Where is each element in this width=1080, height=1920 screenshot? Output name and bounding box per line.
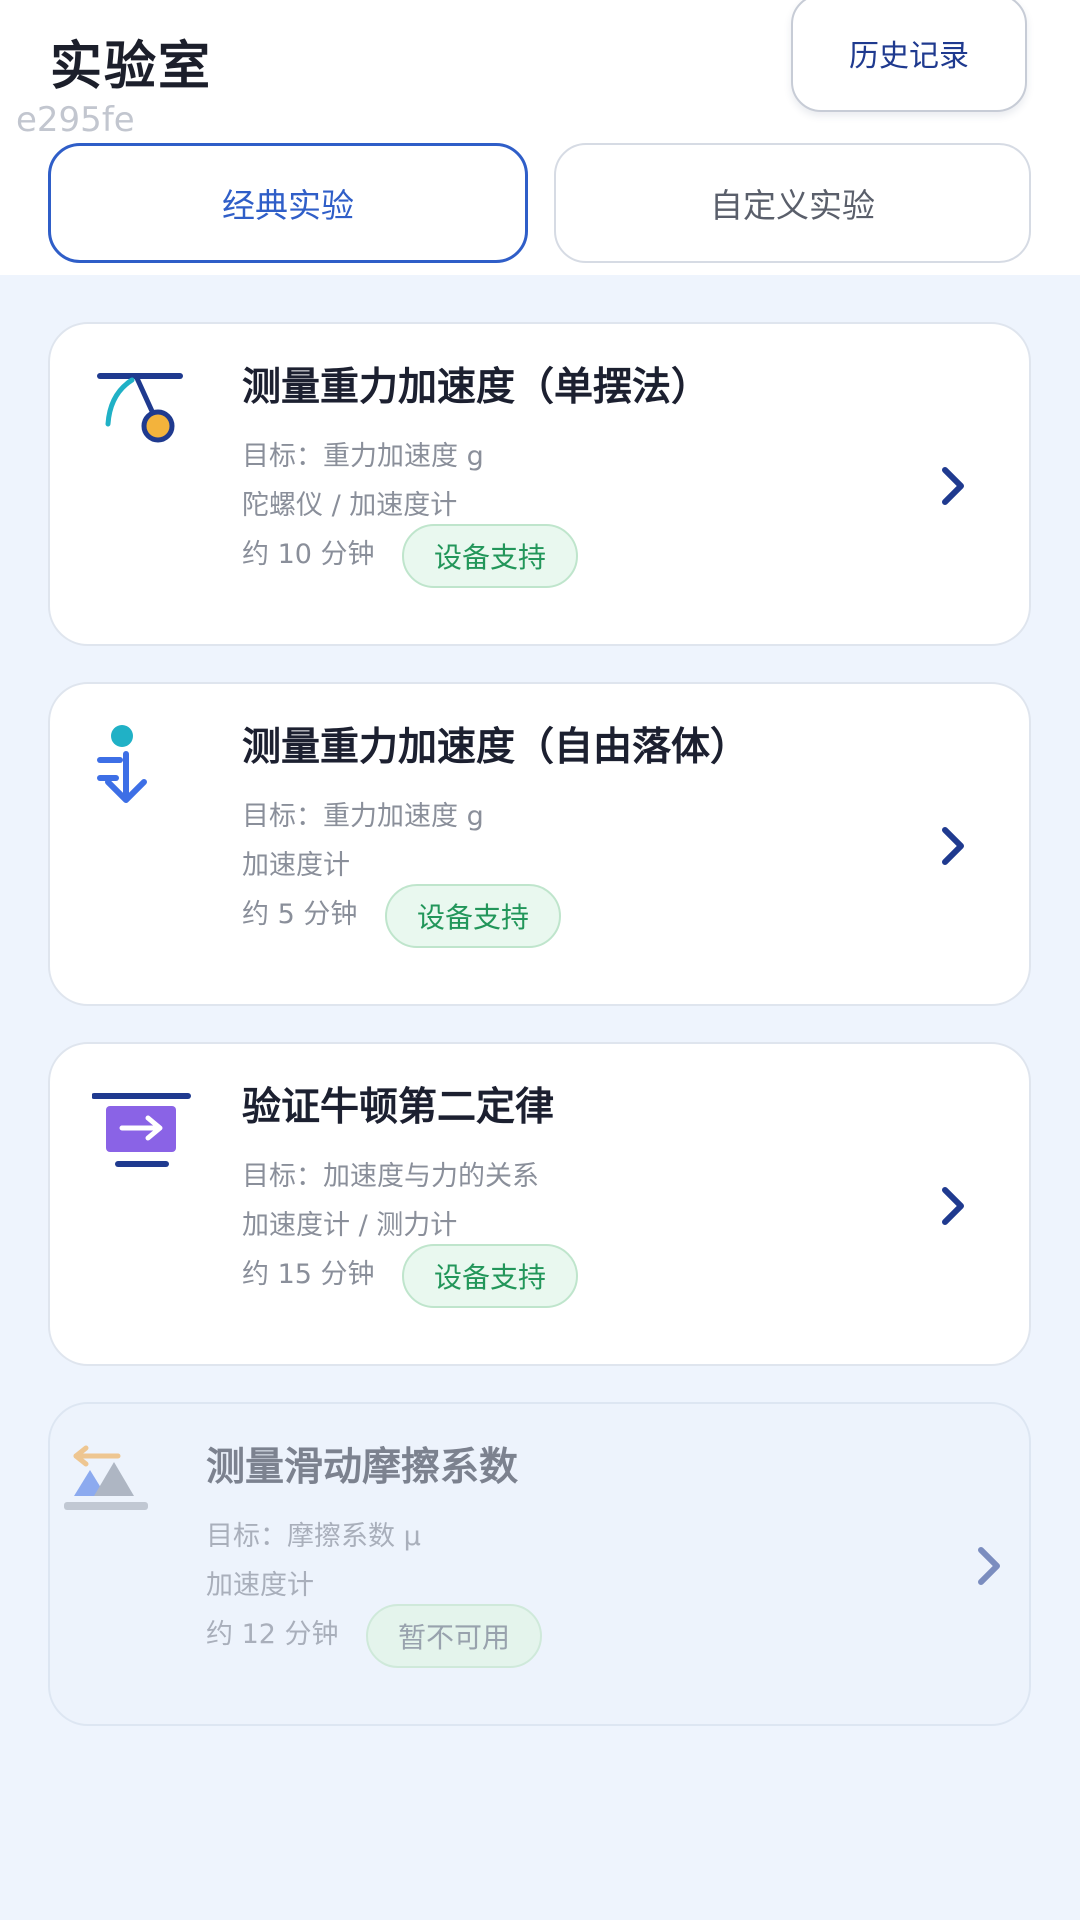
experiment-card-free-fall[interactable]: 测量重力加速度（自由落体） 目标：重力加速度 g 加速度计 约 5 分钟 设备支… [48,682,1031,1006]
experiment-sensors: 加速度计 [242,850,350,881]
experiment-duration: 约 10 分钟 [242,539,375,570]
experiment-title: 测量重力加速度（单摆法） [242,365,711,410]
page-id-text: e295fe [16,100,135,140]
experiment-sensors: 加速度计 / 测力计 [242,1210,458,1241]
experiment-title: 验证牛顿第二定律 [242,1085,555,1130]
experiment-duration: 约 15 分钟 [242,1259,375,1290]
chevron-right-icon[interactable] [933,462,973,510]
experiment-duration: 约 12 分钟 [206,1619,339,1650]
experiment-goal: 目标：加速度与力的关系 [242,1161,539,1192]
experiment-title: 测量重力加速度（自由落体） [242,725,750,770]
free-fall-icon [97,725,147,803]
chevron-right-icon[interactable] [933,822,973,870]
tab-classic-experiments[interactable]: 经典实验 [48,143,528,263]
status-badge: 设备支持 [402,1244,579,1308]
status-badge: 暂不可用 [366,1604,543,1668]
experiment-goal: 目标：摩擦系数 μ [206,1521,421,1552]
experiment-card-pendulum[interactable]: 测量重力加速度（单摆法） 目标：重力加速度 g 陀螺仪 / 加速度计 约 10 … [48,322,1031,646]
experiment-duration: 约 5 分钟 [242,899,358,930]
experiment-goal: 目标：重力加速度 g [242,801,484,832]
tab-custom-experiments[interactable]: 自定义实验 [554,143,1031,263]
experiment-goal: 目标：重力加速度 g [242,441,484,472]
status-badge: 设备支持 [402,524,579,588]
force-arrow-icon [92,1093,191,1167]
chevron-right-icon [978,1547,1000,1585]
history-button[interactable]: 历史记录 [791,0,1027,112]
experiment-card-newton-second-law[interactable]: 验证牛顿第二定律 目标：加速度与力的关系 加速度计 / 测力计 约 15 分钟 … [48,1042,1031,1366]
pendulum-icon [97,373,183,443]
status-badge: 设备支持 [385,884,562,948]
experiment-sensors: 陀螺仪 / 加速度计 [242,490,458,521]
friction-slope-icon [64,1445,148,1510]
experiment-sensors: 加速度计 [206,1570,314,1601]
experiment-title: 测量滑动摩擦系数 [206,1445,519,1490]
experiment-card-friction: 测量滑动摩擦系数 目标：摩擦系数 μ 加速度计 约 12 分钟 暂不可用 [48,1402,1031,1726]
page-title: 实验室 [50,37,213,97]
chevron-right-icon[interactable] [933,1182,973,1230]
